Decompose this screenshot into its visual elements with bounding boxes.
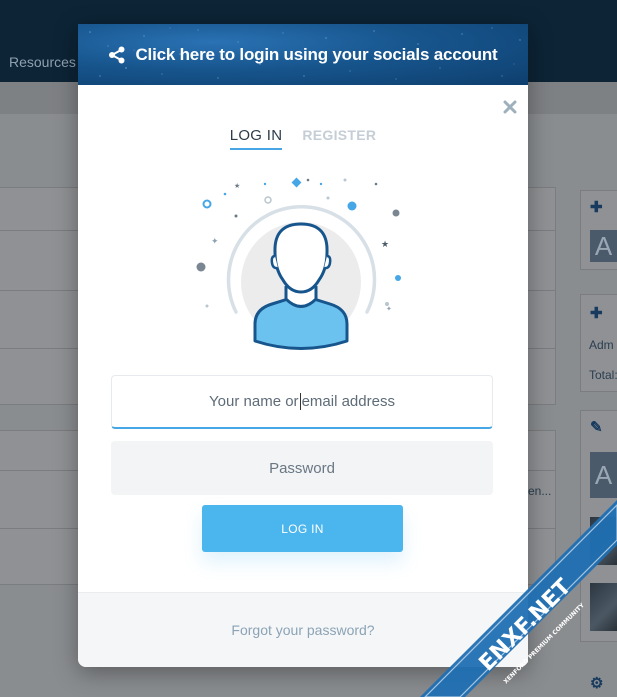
nav-link-resources[interactable]: Resources [9,54,76,70]
svg-text:★: ★ [234,182,240,190]
social-login-label: Click here to login using your socials a… [135,44,498,64]
svg-text:★: ★ [381,240,389,250]
thumbnail-image [590,517,617,565]
truncated-row-text: en... [528,484,552,498]
svg-text:✦: ✦ [211,237,219,247]
modal-footer: Forgot your password? [78,592,528,667]
tab-login[interactable]: LOG IN [229,127,283,150]
edit-icon: ✎ [590,419,603,436]
auth-tabs: LOG IN REGISTER [78,127,528,150]
gear-icon: ⚙ [590,675,604,692]
social-login-button[interactable]: Click here to login using your socials a… [78,24,528,85]
forgot-password-link[interactable]: Forgot your password? [231,622,374,638]
add-user-icon: ✚ [590,199,603,216]
login-button[interactable]: LOG IN [202,505,403,552]
text-caret [299,393,301,410]
svg-text:✦: ✦ [386,305,392,313]
thumbnail-image [590,583,617,631]
user-avatar-icon: ★ ✦ ★ ✦ [196,177,401,350]
username-placeholder-end: email address [301,393,395,410]
avatar: A [590,452,617,498]
password-input[interactable]: Password [111,441,493,495]
username-placeholder-start: Your name or [209,393,299,410]
tab-register[interactable]: REGISTER [302,127,376,150]
share-icon [109,46,125,63]
add-user-icon: ✚ [590,305,603,322]
username-input[interactable]: Your name or email address [111,375,493,429]
avatar: A [590,230,617,262]
sidebar-text-admin: Adm [589,338,614,352]
sidebar-text-total: Total: [589,368,617,382]
password-placeholder: Password [269,459,335,477]
close-icon[interactable] [502,99,518,115]
login-modal: Click here to login using your socials a… [78,24,528,667]
